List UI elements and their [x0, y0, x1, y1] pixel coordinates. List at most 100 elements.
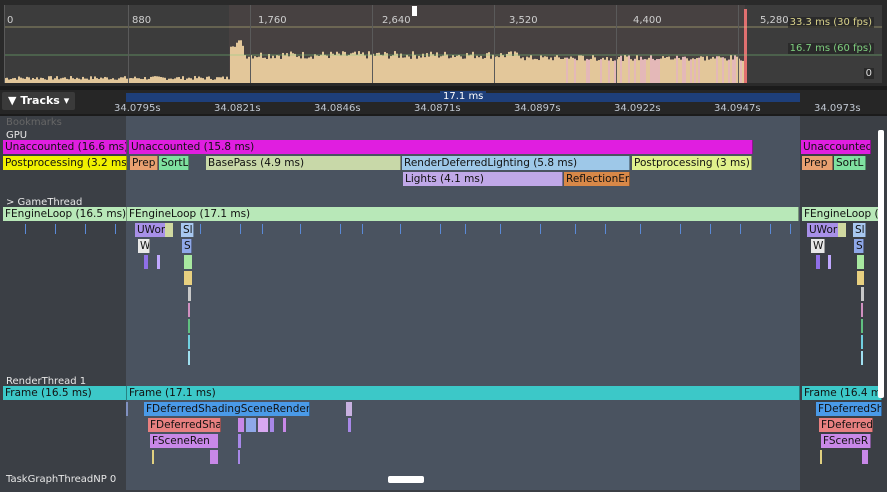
- game-event[interactable]: FEngineLoop (: [802, 207, 882, 221]
- event-tick: [340, 224, 341, 234]
- frame-bar: [518, 55, 520, 83]
- mini-event[interactable]: [238, 434, 241, 448]
- frame-bar: [54, 78, 56, 83]
- render-event[interactable]: FSceneRend: [150, 434, 218, 448]
- taskgraph-track-label[interactable]: TaskGraphThreadNP 0: [6, 474, 116, 485]
- render-event[interactable]: FDeferredSha: [148, 418, 221, 432]
- mini-event[interactable]: [258, 418, 268, 432]
- frame-bar: [506, 53, 508, 83]
- frames-scroll-thumb[interactable]: [412, 6, 417, 16]
- mini-event[interactable]: [184, 271, 192, 285]
- gpu-event[interactable]: Unaccounted (15.8 ms): [129, 140, 753, 154]
- gpu-event[interactable]: Postprocessing (3 ms): [632, 156, 752, 170]
- render-event[interactable]: Frame (16.4 m: [802, 386, 882, 400]
- horizontal-scrollbar[interactable]: [388, 476, 424, 483]
- frame-bar: [156, 76, 158, 83]
- gpu-event[interactable]: BasePass (4.9 ms): [206, 156, 401, 170]
- event-tick: [605, 224, 606, 234]
- frames-axis-tick: 2,640: [382, 15, 411, 26]
- gpu-event[interactable]: ReflectionEn: [564, 172, 630, 186]
- bookmarks-label: Bookmarks: [6, 117, 62, 128]
- game-event[interactable]: S: [182, 239, 192, 253]
- frame-bar: [630, 59, 632, 83]
- mini-event[interactable]: [861, 287, 864, 301]
- frame-bar: [212, 79, 214, 83]
- mini-event[interactable]: [857, 255, 864, 269]
- gpu-event[interactable]: Unaccounted (16.6 ms): [3, 140, 127, 154]
- mini-event[interactable]: [861, 319, 863, 333]
- frame-bar: [702, 56, 704, 83]
- frame-bar: [590, 58, 592, 83]
- mini-event[interactable]: [348, 418, 351, 432]
- game-event[interactable]: Sl: [853, 223, 866, 237]
- mini-event[interactable]: [820, 450, 822, 464]
- game-event[interactable]: W: [138, 239, 150, 253]
- game-event[interactable]: Sl: [181, 223, 194, 237]
- mini-event[interactable]: [210, 434, 218, 448]
- mini-event[interactable]: [152, 450, 154, 464]
- game-event[interactable]: FEngineLoop (16.5 ms): [3, 207, 127, 221]
- render-event[interactable]: FSceneR: [821, 434, 871, 448]
- mini-event[interactable]: [861, 351, 863, 365]
- mini-event[interactable]: [188, 319, 190, 333]
- game-event[interactable]: UWorl: [135, 223, 166, 237]
- mini-event[interactable]: [184, 255, 192, 269]
- mini-event[interactable]: [188, 303, 190, 317]
- game-event[interactable]: UWorl: [807, 223, 839, 237]
- render-event[interactable]: Frame (17.1 ms): [127, 386, 800, 400]
- mini-event[interactable]: [210, 450, 218, 464]
- mini-event[interactable]: [270, 418, 274, 432]
- render-event[interactable]: Frame (16.5 ms): [3, 386, 127, 400]
- render-event[interactable]: FDeferredShadingSceneRendere: [144, 402, 310, 416]
- gpu-event[interactable]: Postprocessing (3.2 ms): [3, 156, 127, 170]
- mini-event[interactable]: [165, 223, 173, 237]
- mini-event[interactable]: [838, 223, 846, 237]
- mini-event[interactable]: [188, 351, 190, 365]
- vertical-scrollbar[interactable]: [878, 130, 884, 398]
- mini-event[interactable]: [246, 418, 256, 432]
- frame-bar: [356, 54, 358, 83]
- mini-event[interactable]: [862, 450, 868, 464]
- gpu-event[interactable]: SortL: [159, 156, 189, 170]
- frame-bar: [80, 79, 82, 83]
- frame-bar: [594, 57, 596, 83]
- frame-bar: [270, 58, 272, 83]
- mini-event[interactable]: [238, 450, 240, 464]
- mini-event[interactable]: [238, 418, 244, 432]
- mini-event[interactable]: [144, 255, 148, 269]
- render-event[interactable]: FDeferredSh: [816, 402, 882, 416]
- game-event[interactable]: S: [854, 239, 864, 253]
- gpu-event[interactable]: Lights (4.1 ms): [403, 172, 563, 186]
- frame-bar: [314, 54, 316, 83]
- mini-event[interactable]: [126, 402, 128, 416]
- frame-bar: [28, 77, 30, 83]
- game-event[interactable]: W: [811, 239, 825, 253]
- gpu-event[interactable]: Prep: [802, 156, 833, 170]
- gpu-event[interactable]: SortL: [834, 156, 866, 170]
- mini-event[interactable]: [188, 287, 191, 301]
- mini-event[interactable]: [816, 255, 820, 269]
- mini-event[interactable]: [861, 303, 863, 317]
- mini-event[interactable]: [861, 335, 863, 349]
- mini-event[interactable]: [346, 402, 352, 416]
- frame-bar: [272, 55, 274, 83]
- frame-bar: [462, 58, 464, 83]
- mini-event[interactable]: [188, 335, 190, 349]
- gpu-event[interactable]: Unaccounted (1: [801, 140, 871, 154]
- frame-bar: [668, 56, 670, 83]
- mini-event[interactable]: [857, 271, 864, 285]
- frame-bar: [676, 55, 678, 83]
- frame-bar: [242, 45, 244, 83]
- gpu-event[interactable]: RenderDeferredLighting (5.8 ms): [402, 156, 630, 170]
- game-event[interactable]: FEngineLoop (17.1 ms): [127, 207, 799, 221]
- mini-event[interactable]: [828, 255, 831, 269]
- frame-bar: [612, 60, 614, 83]
- gpu-event[interactable]: Prep: [130, 156, 158, 170]
- frame-bar: [148, 78, 150, 83]
- render-event[interactable]: FDeferred: [819, 418, 873, 432]
- tracks-menu-button[interactable]: ▼ Tracks ▾: [2, 92, 76, 110]
- mini-event[interactable]: [283, 418, 286, 432]
- frames-histogram[interactable]: 0 880 1,760 2,640 3,520 4,400 5,280 33.3…: [4, 5, 882, 83]
- ruler-label: 34.0795s: [114, 103, 161, 114]
- mini-event[interactable]: [157, 255, 160, 269]
